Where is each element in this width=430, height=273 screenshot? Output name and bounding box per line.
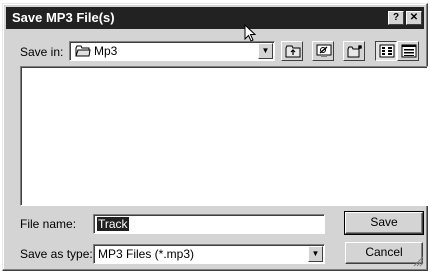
save-in-label: Save in: (20, 45, 64, 59)
save-in-value: Mp3 (94, 44, 118, 58)
file-name-input[interactable]: Track (93, 214, 325, 234)
up-one-level-button[interactable] (281, 41, 303, 61)
save-as-type-label: Save as type: (20, 247, 93, 261)
dropdown-arrow-icon[interactable]: ▼ (308, 246, 323, 262)
window-title: Save MP3 File(s) (12, 10, 115, 25)
file-name-label: File name: (20, 217, 77, 231)
save-as-type-value: MP3 Files (*.mp3) (98, 247, 195, 261)
desktop-button[interactable] (312, 41, 334, 61)
create-new-folder-icon (347, 45, 362, 58)
dropdown-arrow-icon[interactable]: ▼ (258, 43, 273, 59)
save-in-dropdown[interactable]: Mp3 ▼ (69, 41, 275, 61)
up-one-level-icon (285, 45, 301, 58)
list-view-button[interactable] (375, 41, 397, 61)
create-new-folder-button[interactable] (343, 41, 365, 61)
details-view-button[interactable] (397, 41, 419, 61)
save-as-type-dropdown[interactable]: MP3 Files (*.mp3) ▼ (93, 244, 325, 264)
title-bar[interactable]: Save MP3 File(s) ? ✕ (6, 7, 424, 29)
list-view-icon (379, 44, 395, 58)
cancel-button[interactable]: Cancel (345, 242, 423, 264)
save-mp3-dialog: Save MP3 File(s) ? ✕ Save in: Mp3 ▼ File… (2, 3, 428, 271)
help-button[interactable]: ? (388, 11, 404, 25)
desktop-icon (316, 44, 332, 57)
close-button[interactable]: ✕ (406, 11, 422, 25)
details-view-icon (401, 44, 417, 58)
mouse-pointer-icon (244, 24, 257, 42)
resize-grip-icon[interactable] (413, 256, 424, 267)
save-button[interactable]: Save (344, 211, 424, 235)
folder-icon (75, 45, 91, 57)
file-list[interactable] (20, 66, 428, 206)
file-name-value: Track (97, 217, 129, 231)
